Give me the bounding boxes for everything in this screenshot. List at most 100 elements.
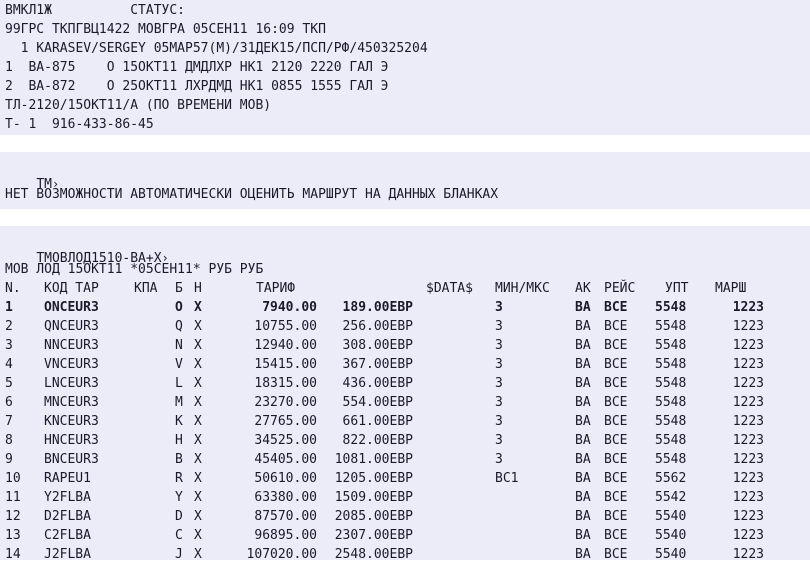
table-row[interactable]: 14 J2FLBA J X 107020.00 2548.00ЕВР BA BCE 5540 12… — [0, 545, 810, 564]
table-row[interactable]: 12 D2FLBA D X 87570.00 2085.00ЕВР BA BCE 5540 122… — [0, 507, 810, 526]
cell-n: 7 — [5, 414, 13, 429]
cell-route: 1223 — [732, 319, 764, 334]
cell-fee: 1205.00ЕВР — [334, 471, 413, 486]
cell-route: 1223 — [732, 471, 764, 486]
cell-route: 1223 — [732, 357, 764, 372]
cell-route: 1223 — [732, 528, 764, 543]
fare-table: N. КОД ТАР КПА Б Н ТАРИФ $DATA$ МИН/МКС … — [0, 279, 810, 562]
col-header-code: КОД ТАР — [44, 281, 99, 296]
table-row[interactable]: 4 VNCEUR3 V X 15415.00 367.00ЕВР 3 BA BCE 5548 122… — [0, 355, 810, 374]
cell-code: VNCEUR3 — [44, 357, 99, 372]
fare-query-line: МОВ ЛОД 15ОКТ11 *05СЕН11* РУБ РУБ — [5, 262, 264, 277]
ticketing-limit-line: ТЛ-2120/15ОКТ11/А (ПО ВРЕМЕНИ МОВ) — [5, 98, 272, 113]
cell-carrier: BA — [575, 319, 591, 334]
cell-fee: 554.00ЕВР — [342, 395, 413, 410]
cell-fare: 15415.00 — [254, 357, 317, 372]
cell-code: D2FLBA — [44, 509, 91, 524]
cell-code: QNCEUR3 — [44, 319, 99, 334]
table-row[interactable]: 6 MNCEUR3 M X 23270.00 554.00ЕВР 3 BA BCE 5548 122… — [0, 393, 810, 412]
cell-carrier: BA — [575, 452, 591, 467]
cell-min: 3 — [495, 319, 503, 334]
command-prompt[interactable]: ТМОВЛОД1510-BA+X› — [5, 230, 168, 266]
cell-carrier: BA — [575, 414, 591, 429]
table-row[interactable]: 13 C2FLBA C X 96895.00 2307.00ЕВР BA BCE 5540 122… — [0, 526, 810, 545]
cell-upt: 5548 — [655, 357, 687, 372]
cell-h: X — [194, 433, 202, 448]
cell-code: LNCEUR3 — [44, 376, 99, 391]
cell-booking-class: H — [175, 433, 183, 448]
cell-n: 3 — [5, 338, 13, 353]
cell-carrier: BA — [575, 300, 591, 315]
cell-fee: 1081.00ЕВР — [334, 452, 413, 467]
cell-fee: 822.00ЕВР — [342, 433, 413, 448]
cell-code: C2FLBA — [44, 528, 91, 543]
col-header-fare: ТАРИФ — [256, 281, 296, 296]
cell-fare: 27765.00 — [254, 414, 317, 429]
cell-upt: 5540 — [655, 547, 687, 562]
table-row[interactable]: 8 HNCEUR3 H X 34525.00 822.00ЕВР 3 BA BCE 5548 122… — [0, 431, 810, 450]
cell-min: 3 — [495, 300, 503, 315]
error-message: НЕТ ВОЗМОЖНОСТИ АВТОМАТИЧЕСКИ ОЦЕНИТЬ МА… — [5, 187, 499, 202]
record-header-line: 99ГРС ТКПГВЦ1422 МОВГРА 05СЕН11 16:09 ТК… — [5, 22, 326, 37]
table-row[interactable]: 5 LNCEUR3 L X 18315.00 436.00ЕВР 3 BA BCE 5548 122… — [0, 374, 810, 393]
cell-h: X — [194, 395, 202, 410]
fare-display-panel: ТМОВЛОД1510-BA+X› МОВ ЛОД 15ОКТ11 *05СЕН… — [0, 226, 810, 562]
cell-flight: BCE — [604, 490, 628, 505]
col-header-route: МАРШ — [715, 281, 747, 296]
cell-fee: 1509.00ЕВР — [334, 490, 413, 505]
cell-h: X — [194, 338, 202, 353]
cell-code: MNCEUR3 — [44, 395, 99, 410]
table-row[interactable]: 9 BNCEUR3 B X 45405.00 1081.00ЕВР 3 BA BCE 5548 12… — [0, 450, 810, 469]
cell-fee: 2085.00ЕВР — [334, 509, 413, 524]
cell-fare: 18315.00 — [254, 376, 317, 391]
cell-upt: 5548 — [655, 414, 687, 429]
cell-fare: 10755.00 — [254, 319, 317, 334]
table-row[interactable]: 3 NNCEUR3 N X 12940.00 308.00ЕВР 3 BA BCE 5548 122… — [0, 336, 810, 355]
cell-min: 3 — [495, 357, 503, 372]
cell-booking-class: O — [175, 300, 183, 315]
cell-fee: 367.00ЕВР — [342, 357, 413, 372]
col-header-kpa: КПА — [134, 281, 158, 296]
cell-flight: BCE — [604, 433, 628, 448]
cell-code: RAPEU1 — [44, 471, 91, 486]
cell-route: 1223 — [732, 547, 764, 562]
cell-upt: 5548 — [655, 338, 687, 353]
cell-route: 1223 — [732, 490, 764, 505]
cell-fare: 63380.00 — [254, 490, 317, 505]
table-row[interactable]: 7 KNCEUR3 K X 27765.00 661.00ЕВР 3 BA BCE 5548 122… — [0, 412, 810, 431]
cell-flight: BCE — [604, 547, 628, 562]
cell-code: KNCEUR3 — [44, 414, 99, 429]
cell-min: 3 — [495, 452, 503, 467]
table-row[interactable]: 2 QNCEUR3 Q X 10755.00 256.00ЕВР 3 BA BCE 5548 122… — [0, 317, 810, 336]
pricing-response-panel: ТМ› НЕТ ВОЗМОЖНОСТИ АВТОМАТИЧЕСКИ ОЦЕНИТ… — [0, 152, 810, 209]
table-row[interactable]: 11 Y2FLBA Y X 63380.00 1509.00ЕВР BA BCE 5542 122… — [0, 488, 810, 507]
cell-carrier: BA — [575, 395, 591, 410]
cell-route: 1223 — [732, 300, 764, 315]
cell-n: 14 — [5, 547, 21, 562]
cell-flight: BCE — [604, 338, 628, 353]
cell-booking-class: M — [175, 395, 183, 410]
cell-fee: 256.00ЕВР — [342, 319, 413, 334]
cell-route: 1223 — [732, 414, 764, 429]
cell-min: 3 — [495, 395, 503, 410]
cell-booking-class: J — [175, 547, 183, 562]
col-header-ak: АК — [575, 281, 591, 296]
cell-h: X — [194, 376, 202, 391]
col-header-h: Н — [194, 281, 202, 296]
cell-code: HNCEUR3 — [44, 433, 99, 448]
command-prompt[interactable]: ТМ› — [5, 156, 59, 192]
cell-code: BNCEUR3 — [44, 452, 99, 467]
cell-min: 3 — [495, 376, 503, 391]
cell-h: X — [194, 471, 202, 486]
table-row[interactable]: 1 ONCEUR3 O X 7940.00 189.00ЕВР 3 BA BCE 5548 1223 — [0, 298, 810, 317]
cell-booking-class: B — [175, 452, 183, 467]
cell-fee: 2548.00ЕВР — [334, 547, 413, 562]
cell-h: X — [194, 319, 202, 334]
table-row[interactable]: 10 RAPEU1 R X 50610.00 1205.00ЕВР BC1 BA BCE 5562… — [0, 469, 810, 488]
cell-booking-class: N — [175, 338, 183, 353]
cell-upt: 5548 — [655, 376, 687, 391]
cell-booking-class: L — [175, 376, 183, 391]
segment-line-1: 1 BA-875 O 15ОКТ11 ДМДЛХР НК1 2120 2220 … — [5, 60, 389, 75]
cell-route: 1223 — [732, 338, 764, 353]
col-header-min: МИН/МКС — [495, 281, 550, 296]
